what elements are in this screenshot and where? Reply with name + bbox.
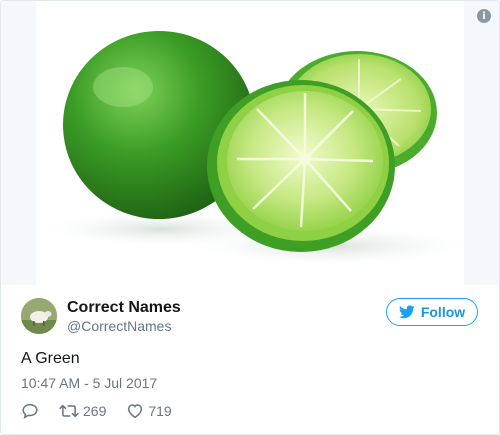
retweet-icon: [59, 404, 79, 418]
tweet-media-image[interactable]: i: [1, 1, 499, 285]
info-icon[interactable]: i: [477, 9, 491, 23]
reply-icon: [22, 403, 38, 419]
avatar-sheep-image: [21, 298, 57, 334]
tweet-card: i Correct Names @CorrectNames Follow A G…: [0, 0, 500, 435]
twitter-bird-icon: [398, 305, 415, 319]
tweet-text: A Green: [21, 350, 80, 367]
follow-label: Follow: [420, 304, 466, 320]
retweet-count: 269: [83, 403, 107, 419]
tweet-timestamp[interactable]: 10:47 AM - 5 Jul 2017: [21, 375, 157, 391]
limes-image: [1, 1, 499, 285]
retweet-button[interactable]: 269: [59, 402, 106, 420]
like-button[interactable]: 719: [126, 402, 172, 420]
avatar[interactable]: [21, 298, 57, 334]
tweet-actions: 269 719: [21, 402, 192, 420]
follow-button[interactable]: Follow: [386, 298, 478, 326]
author-handle[interactable]: @CorrectNames: [67, 318, 171, 334]
like-count: 719: [148, 403, 172, 419]
heart-icon: [128, 404, 143, 419]
reply-button[interactable]: [21, 402, 39, 420]
author-name[interactable]: Correct Names: [67, 299, 181, 317]
